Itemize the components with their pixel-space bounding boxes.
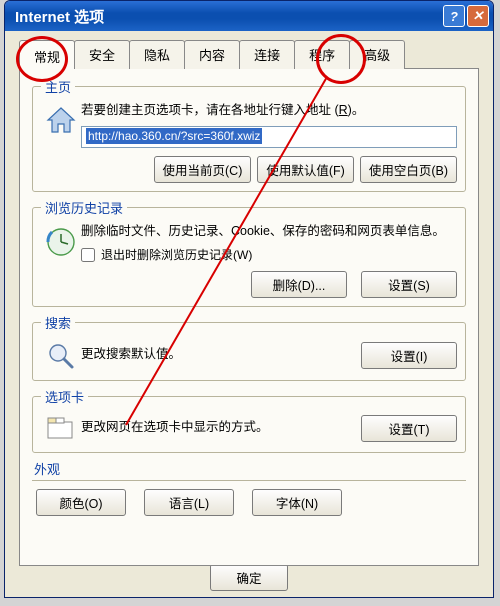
color-button[interactable]: 颜色(O) <box>36 489 126 516</box>
delete-on-exit-checkbox[interactable]: 退出时删除浏览历史记录(W) <box>81 246 457 263</box>
delete-on-exit-input[interactable] <box>81 248 95 262</box>
appearance-divider <box>32 480 466 481</box>
history-settings-button[interactable]: 设置(S) <box>361 271 457 298</box>
tab-connections[interactable]: 连接 <box>239 40 295 69</box>
delete-on-exit-label: 退出时删除浏览历史记录(W) <box>101 246 252 263</box>
tabs-desc: 更改网页在选项卡中显示的方式。 <box>81 419 361 437</box>
titlebar: Internet 选项 ? ✕ <box>5 1 493 31</box>
use-current-button[interactable]: 使用当前页(C) <box>154 156 252 183</box>
tab-general[interactable]: 常规 <box>19 40 75 69</box>
tab-privacy[interactable]: 隐私 <box>129 40 185 69</box>
magnifier-icon <box>45 340 77 372</box>
language-button[interactable]: 语言(L) <box>144 489 234 516</box>
tabs-settings-button[interactable]: 设置(T) <box>361 415 457 442</box>
dialog-footer: 确定 <box>5 564 493 591</box>
homepage-desc: 若要创建主页选项卡，请在各地址行键入地址 (R)。 <box>81 102 457 120</box>
tab-advanced[interactable]: 高级 <box>349 40 405 69</box>
home-icon <box>44 104 78 138</box>
tab-content[interactable]: 内容 <box>184 40 240 69</box>
group-history: 浏览历史记录 删除临时文件、历史记录、Coo <box>32 198 466 308</box>
search-desc: 更改搜索默认值。 <box>81 346 361 364</box>
legend-tabs: 选项卡 <box>41 387 88 406</box>
tab-programs[interactable]: 程序 <box>294 40 350 69</box>
group-tabs: 选项卡 更改网页在选项卡中显示的方式。 <box>32 387 466 453</box>
tab-security[interactable]: 安全 <box>74 40 130 69</box>
ok-button[interactable]: 确定 <box>210 564 288 591</box>
tab-strip: 常规 安全 隐私 内容 连接 程序 高级 <box>19 40 479 69</box>
window-title: Internet 选项 <box>15 6 441 27</box>
clock-icon <box>44 225 78 259</box>
legend-homepage: 主页 <box>41 77 75 96</box>
group-homepage: 主页 若要创建主页选项卡，请在各地址行键入地址 (R)。 <box>32 77 466 192</box>
help-button[interactable]: ? <box>443 5 465 27</box>
search-settings-button[interactable]: 设置(I) <box>361 342 457 369</box>
homepage-url-input[interactable]: http://hao.360.cn/?src=360f.xwiz <box>81 126 457 148</box>
close-button[interactable]: ✕ <box>467 5 489 27</box>
tab-panel-general: 主页 若要创建主页选项卡，请在各地址行键入地址 (R)。 <box>19 68 479 566</box>
font-button[interactable]: 字体(N) <box>252 489 342 516</box>
history-desc: 删除临时文件、历史记录、Cookie、保存的密码和网页表单信息。 <box>81 223 457 241</box>
legend-search: 搜索 <box>41 313 75 332</box>
appearance-row: 颜色(O) 语言(L) 字体(N) <box>32 487 466 516</box>
delete-history-button[interactable]: 删除(D)... <box>251 271 347 298</box>
legend-history: 浏览历史记录 <box>41 198 127 217</box>
legend-appearance: 外观 <box>34 459 466 478</box>
use-default-button[interactable]: 使用默认值(F) <box>257 156 353 183</box>
tabs-icon <box>45 414 77 444</box>
use-blank-button[interactable]: 使用空白页(B) <box>360 156 457 183</box>
group-search: 搜索 更改搜索默认值。 设置(I) <box>32 313 466 381</box>
